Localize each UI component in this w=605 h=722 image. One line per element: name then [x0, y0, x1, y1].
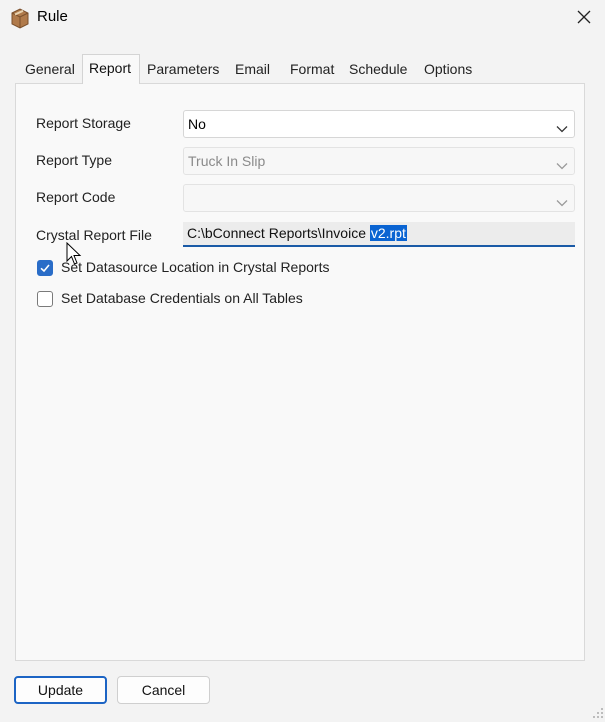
- report-code-select: [183, 184, 575, 212]
- title-bar: Rule: [0, 0, 605, 38]
- report-type-label: Report Type: [36, 152, 113, 168]
- report-type-select: Truck In Slip: [183, 147, 575, 175]
- tab-options[interactable]: Options: [418, 57, 478, 81]
- mouse-pointer-icon: [66, 241, 82, 269]
- chevron-down-icon: [556, 157, 568, 173]
- crystal-report-file-path-text: C:\bConnect Reports\Invoice: [187, 225, 370, 241]
- selected-text: v2.rpt: [369, 225, 407, 241]
- tab-email[interactable]: Email: [229, 57, 276, 81]
- report-storage-label: Report Storage: [36, 115, 131, 131]
- window-title: Rule: [37, 8, 68, 25]
- report-type-value: Truck In Slip: [188, 153, 266, 169]
- tab-general[interactable]: General: [19, 57, 81, 81]
- datasource-location-label[interactable]: Set Datasource Location in Crystal Repor…: [61, 259, 329, 275]
- close-button[interactable]: [562, 0, 605, 36]
- report-code-label: Report Code: [36, 189, 116, 205]
- crystal-report-file-input[interactable]: C:\bConnect Reports\Invoice v2.rpt: [183, 222, 575, 247]
- database-credentials-label[interactable]: Set Database Credentials on All Tables: [61, 290, 303, 306]
- box-icon: [9, 7, 31, 29]
- report-storage-select[interactable]: No: [183, 110, 575, 138]
- chevron-down-icon: [556, 120, 568, 136]
- datasource-location-checkbox[interactable]: [37, 260, 53, 276]
- crystal-report-file-label: Crystal Report File: [36, 227, 152, 243]
- update-button[interactable]: Update: [14, 676, 107, 704]
- crystal-report-file-value: C:\bConnect Reports\Invoice v2.rpt: [187, 225, 407, 241]
- database-credentials-checkbox[interactable]: [37, 291, 53, 307]
- tab-format[interactable]: Format: [284, 57, 340, 81]
- report-storage-value: No: [188, 116, 206, 132]
- tab-schedule[interactable]: Schedule: [343, 57, 413, 81]
- tab-report[interactable]: Report: [82, 54, 140, 84]
- close-icon: [577, 10, 591, 27]
- tab-parameters[interactable]: Parameters: [141, 57, 225, 81]
- cancel-button[interactable]: Cancel: [117, 676, 210, 704]
- chevron-down-icon: [556, 194, 568, 210]
